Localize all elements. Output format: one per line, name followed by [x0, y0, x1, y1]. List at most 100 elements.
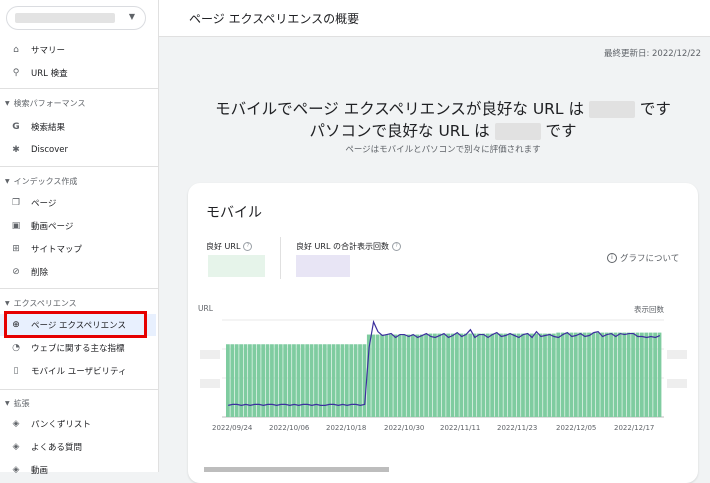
chart-bar — [322, 344, 327, 417]
chart-bar — [278, 344, 283, 417]
chart-bar — [472, 333, 477, 417]
chart-bar — [547, 333, 552, 417]
chart-bar — [300, 344, 305, 417]
chart-bar — [415, 334, 420, 417]
chart-bar — [565, 332, 569, 417]
chart-bar — [573, 332, 578, 417]
chart-bar — [283, 344, 288, 417]
chart-bar — [617, 332, 622, 417]
chart-bar — [437, 333, 442, 417]
chart-bar — [230, 344, 235, 417]
chart-bar — [653, 332, 657, 417]
chart-bar — [305, 344, 310, 417]
x-tick-label: 2022/10/06 — [269, 424, 310, 432]
chart-bar — [499, 333, 503, 417]
chart-bar — [371, 334, 376, 417]
chart-bar — [604, 332, 609, 417]
chart-bar — [397, 334, 402, 417]
chart-bar — [534, 333, 539, 417]
chart-bar — [613, 332, 618, 417]
chart-bar — [353, 344, 358, 417]
chart-bar — [274, 344, 279, 417]
x-tick-label: 2022/10/30 — [384, 424, 425, 432]
chart-bar — [626, 332, 631, 417]
chart-bar — [362, 344, 367, 417]
chart-bar — [569, 332, 574, 417]
x-tick-label: 2022/11/23 — [497, 424, 538, 432]
x-tick-label: 2022/11/11 — [440, 424, 481, 432]
chart-bar — [336, 344, 340, 417]
chart-bar — [349, 344, 354, 417]
chart-bar — [388, 334, 393, 417]
chart-bar — [477, 333, 481, 417]
chart-bar — [410, 334, 415, 417]
chart-bar — [463, 333, 468, 417]
chart-bar — [252, 344, 257, 417]
chart-bar — [375, 334, 380, 417]
chart-bar — [481, 333, 486, 417]
x-tick-label: 2022/12/05 — [556, 424, 597, 432]
chart-bar — [595, 332, 600, 417]
x-tick-label: 2022/12/17 — [614, 424, 655, 432]
chart-bar — [393, 334, 398, 417]
chart-bar — [516, 333, 521, 417]
chart-bar — [578, 332, 583, 417]
chart-bar — [265, 344, 270, 417]
chart-bar — [635, 332, 640, 417]
chart-bar — [432, 333, 437, 417]
mobile-chart — [222, 319, 664, 418]
chart-bar — [494, 333, 499, 417]
chart-bar — [406, 334, 411, 417]
chart-bar — [551, 333, 556, 417]
chart-bar — [226, 344, 230, 417]
chart-bar — [560, 332, 565, 417]
chart-bar — [459, 333, 464, 417]
chart-bar — [538, 333, 543, 417]
chart-bar — [296, 344, 301, 417]
chart-bar — [234, 344, 239, 417]
chart-bar — [243, 344, 248, 417]
chart-bar — [639, 332, 644, 417]
chart-bar — [591, 332, 596, 417]
chart-bar — [314, 344, 318, 417]
chart-bar — [261, 344, 266, 417]
chart-bar — [631, 332, 635, 417]
chart-bar — [468, 333, 473, 417]
chart-bar — [485, 333, 490, 417]
chart-bar — [446, 333, 450, 417]
chart-bar — [455, 333, 459, 417]
chart-bar — [424, 334, 428, 417]
chart-bar — [529, 333, 534, 417]
chart-bar — [644, 332, 649, 417]
chart-bar — [648, 332, 653, 417]
chart-bar — [309, 344, 314, 417]
x-tick-label: 2022/10/18 — [326, 424, 367, 432]
chart-bar — [402, 334, 406, 417]
chart-bar — [331, 344, 336, 417]
chart-bar — [556, 332, 561, 417]
chart-bar — [327, 344, 332, 417]
chart-bar — [512, 333, 517, 417]
chart-bar — [256, 344, 261, 417]
chart-bar — [358, 344, 362, 417]
chart-bar — [380, 334, 384, 417]
chart-bar — [248, 344, 252, 417]
chart-bar — [270, 344, 274, 417]
chart-bar — [543, 333, 547, 417]
chart-bar — [609, 332, 613, 417]
chart-bar — [657, 332, 662, 417]
next-section-heading-cut — [204, 463, 394, 472]
chart-bar — [292, 344, 296, 417]
chart-bar — [490, 333, 495, 417]
chart-bar — [450, 333, 455, 417]
chart-bar — [622, 332, 627, 417]
chart-bar — [419, 334, 424, 417]
chart-bar — [441, 333, 446, 417]
chart-bar — [344, 344, 349, 417]
chart-bar — [587, 332, 591, 417]
x-tick-label: 2022/09/24 — [212, 424, 253, 432]
chart-bar — [503, 333, 508, 417]
chart-bar — [507, 333, 512, 417]
chart-bar — [340, 344, 345, 417]
chart-bar — [318, 344, 323, 417]
